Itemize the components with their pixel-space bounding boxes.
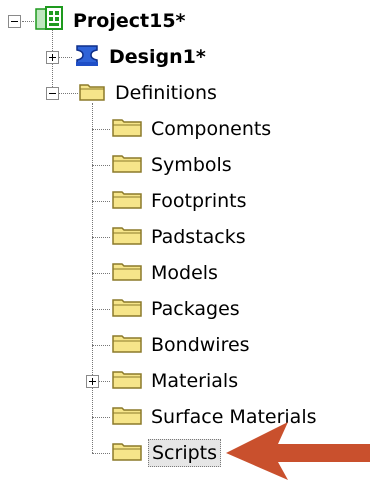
folder-icon — [110, 222, 144, 252]
tree-node-design[interactable]: Design1* — [72, 43, 209, 71]
design-icon — [72, 42, 102, 72]
expand-icon[interactable] — [86, 375, 99, 388]
tree-connector — [92, 453, 110, 454]
project-tree: Project15* Design1* Definitions Componen… — [0, 0, 373, 482]
folder-icon — [110, 330, 144, 360]
tree-node-label: Models — [151, 262, 218, 284]
tree-node-padstacks[interactable]: Padstacks — [110, 223, 249, 251]
tree-connector — [92, 165, 110, 166]
folder-open-icon — [78, 78, 108, 108]
tree-node-label: Components — [151, 118, 272, 140]
tree-connector — [92, 417, 110, 418]
tree-node-label: Materials — [151, 370, 239, 392]
folder-icon — [110, 258, 144, 288]
tree-node-footprints[interactable]: Footprints — [110, 187, 250, 215]
tree-node-models[interactable]: Models — [110, 259, 221, 287]
tree-connector — [92, 237, 110, 238]
tree-node-project[interactable]: Project15* — [34, 5, 188, 37]
tree-node-components[interactable]: Components — [110, 115, 274, 143]
tree-node-label: Design1* — [109, 46, 206, 68]
folder-icon — [110, 150, 144, 180]
tree-connector — [92, 309, 110, 310]
tree-connector — [58, 93, 78, 94]
folder-icon — [110, 366, 144, 396]
arrow-left-icon — [226, 422, 370, 480]
tree-node-label: Packages — [151, 298, 240, 320]
tree-node-scripts[interactable]: Scripts — [110, 438, 222, 468]
tree-node-materials[interactable]: Materials — [110, 367, 241, 395]
tree-node-definitions[interactable]: Definitions — [78, 79, 220, 107]
tree-node-bondwires[interactable]: Bondwires — [110, 331, 253, 359]
folder-icon — [110, 402, 144, 432]
expand-icon[interactable] — [46, 51, 59, 64]
tree-connector — [92, 201, 110, 202]
tree-connector — [98, 381, 110, 382]
tree-node-label: Definitions — [115, 82, 217, 104]
tree-node-label: Footprints — [151, 190, 247, 212]
project-icon — [34, 5, 66, 37]
tree-node-label: Scripts — [148, 439, 222, 467]
collapse-icon[interactable] — [46, 87, 59, 100]
folder-icon — [110, 186, 144, 216]
tree-connector — [92, 345, 110, 346]
folder-icon — [110, 438, 144, 468]
tree-node-packages[interactable]: Packages — [110, 295, 243, 323]
tree-connector — [92, 103, 93, 453]
collapse-icon[interactable] — [8, 15, 21, 28]
tree-node-label: Symbols — [151, 154, 232, 176]
folder-icon — [110, 294, 144, 324]
tree-connector — [92, 273, 110, 274]
tree-connector — [22, 21, 34, 22]
folder-icon — [110, 114, 144, 144]
tree-node-symbols[interactable]: Symbols — [110, 151, 235, 179]
tree-connector — [92, 129, 110, 130]
tree-connector — [58, 57, 72, 58]
tree-node-label: Padstacks — [151, 226, 246, 248]
tree-node-label: Project15* — [73, 10, 186, 32]
tree-node-label: Bondwires — [151, 334, 250, 356]
